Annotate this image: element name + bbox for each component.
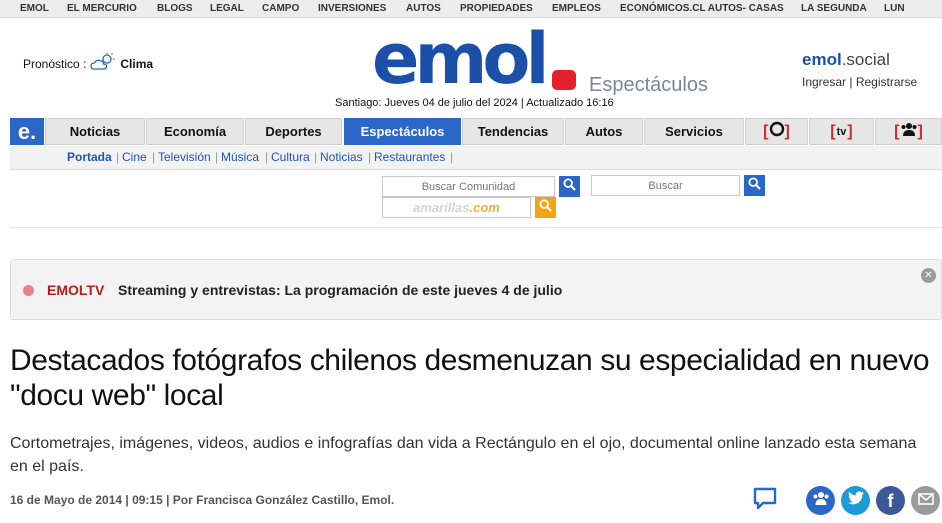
social-separator: | [849,75,853,89]
people-icon [812,491,830,510]
amarillas-logo: amarillas.com [413,200,500,215]
emoltv-alert[interactable]: EMOLTV Streaming y entrevistas: La progr… [10,259,942,320]
emol-social-logo[interactable]: emol.social [802,50,917,70]
tv-tab[interactable]: [ tv ] [809,118,874,145]
topbar-link-blogs[interactable]: BLOGS [157,3,193,14]
register-link[interactable]: Registrarse [856,75,917,89]
nav-home-logo[interactable]: e. [10,118,44,145]
section-title: Espectáculos [589,74,708,96]
search-icon [563,177,576,196]
comment-icon [753,486,777,515]
facebook-share-button[interactable]: f [876,486,905,515]
logo-dot [552,70,576,90]
topbar-link-economicos[interactable]: ECONÓMICOS.CL AUTOS- CASAS [620,3,784,14]
article-summary: Cortometrajes, imágenes, videos, audios … [10,435,917,475]
facebook-icon: f [887,490,894,511]
live-dot-icon [23,285,34,296]
tab-espectaculos[interactable]: Espectáculos [344,118,461,145]
section-subnav: Portada | Cine | Televisión | Música | C… [10,146,942,170]
topbar-link-mercurio[interactable]: EL MERCURIO [67,3,137,14]
topbar-link-inversiones[interactable]: INVERSIONES [318,3,386,14]
tab-economia[interactable]: Economía [146,118,244,145]
topbar-link-legal[interactable]: LEGAL [210,3,244,14]
subnav-cine[interactable]: Cine [122,150,147,164]
community-search-input[interactable] [382,176,555,197]
tab-deportes[interactable]: Deportes [245,118,342,145]
comment-button[interactable] [752,487,778,513]
community-share-button[interactable] [806,486,835,515]
tv-icon: tv [836,125,847,138]
search-icon [539,198,552,217]
tab-noticias[interactable]: Noticias [45,118,145,145]
subnav-television[interactable]: Televisión [158,150,211,164]
subnav-cultura[interactable]: Cultura [271,150,310,164]
topbar-link-campo[interactable]: CAMPO [262,3,299,14]
community-tab[interactable]: [ ] [875,118,942,145]
email-share-button[interactable] [911,486,940,515]
community-search-button[interactable] [559,176,580,197]
date-line: Santiago: Jueves 04 de julio del 2024 | … [335,97,614,109]
site-search-button[interactable] [744,175,765,196]
emol-logo[interactable]: emol [372,18,576,100]
topbar-link-la-segunda[interactable]: LA SEGUNDA [801,3,867,14]
weather-link[interactable]: Clima [120,57,153,71]
tab-tendencias[interactable]: Tendencias [462,118,564,145]
topbar-link-autos[interactable]: AUTOS [406,3,441,14]
tab-autos[interactable]: Autos [565,118,643,145]
twitter-share-button[interactable] [841,486,870,515]
top-bar: EMOL EL MERCURIO BLOGS LEGAL CAMPO INVER… [0,0,942,18]
emol-social: emol.social Ingresar | Registrarse [802,50,917,89]
twitter-icon [847,491,864,510]
weather-forecast: Pronóstico : Clima [23,53,153,74]
amarillas-search-input[interactable]: amarillas.com [382,197,531,218]
topbar-link-empleos[interactable]: EMPLEOS [552,3,601,14]
subnav-restaurantes[interactable]: Restaurantes [374,150,445,164]
subnav-portada[interactable]: Portada [67,150,112,164]
topbar-link-lun[interactable]: LUN [884,3,905,14]
login-link[interactable]: Ingresar [802,75,846,89]
amarillas-search-button[interactable] [535,197,556,218]
radio-icon [769,121,785,142]
topbar-link-propiedades[interactable]: PROPIEDADES [460,3,533,14]
site-search-input[interactable] [591,175,740,196]
topbar-link-emol[interactable]: EMOL [20,3,49,14]
alert-tag: EMOLTV [47,282,105,298]
subnav-musica[interactable]: Música [221,150,259,164]
mail-icon [917,492,934,510]
article-headline: Destacados fotógrafos chilenos desmenuza… [10,344,930,412]
subnav-noticias[interactable]: Noticias [320,150,363,164]
logo-text: emol [372,18,549,100]
divider [10,227,942,228]
forecast-label: Pronóstico : [23,56,87,71]
radio-tab[interactable]: [ ] [745,118,808,145]
article-byline: 16 de Mayo de 2014 | 09:15 | Por Francis… [10,493,395,507]
partly-cloudy-icon [90,53,116,74]
close-icon[interactable]: ✕ [921,268,936,283]
search-icon [748,176,761,195]
alert-link[interactable]: Streaming y entrevistas: La programación… [118,282,562,298]
main-nav: e. Noticias Economía Deportes Espectácul… [10,118,942,145]
tab-servicios[interactable]: Servicios [644,118,744,145]
community-icon [900,122,918,141]
